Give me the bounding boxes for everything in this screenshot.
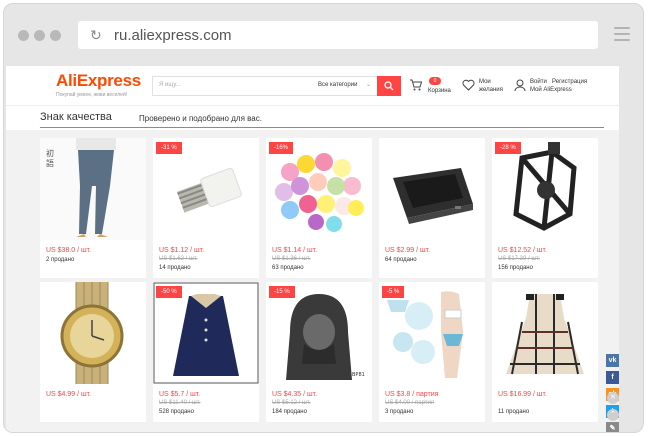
product-price: US $16.99 / шт. (498, 391, 547, 398)
tagline: Покупай умнее, живи веселей! (56, 92, 128, 98)
sold-count: 3 продано (385, 409, 414, 415)
window-dot-icon[interactable] (18, 30, 29, 41)
account-menu[interactable]: Войти Регистрация Мой AliExpress (514, 75, 614, 99)
search-button[interactable] (377, 76, 401, 96)
discount-badge: -15 % (269, 286, 295, 298)
product-price: US $3.8 / партия (385, 391, 439, 398)
wishlist-link[interactable]: Мои желания (462, 75, 517, 99)
product-price: US $2.99 / шт. (385, 247, 431, 254)
product-card[interactable]: 初 語 US $38.0 / шт. 2 продано (40, 138, 146, 278)
product-card[interactable]: -28 % US $12.52 / шт. US $17.39 / шт. 15… (492, 138, 598, 278)
login-link[interactable]: Войти (530, 79, 547, 85)
product-price: US $38.0 / шт. (46, 247, 92, 254)
sold-count: 156 продано (498, 265, 533, 271)
product-card[interactable]: US $2.99 / шт. 64 продано (379, 138, 485, 278)
my-aliexpress-link[interactable]: Мой AliExpress (530, 87, 572, 93)
search-input[interactable]: Я ищу... Все категории ⌄ (152, 76, 400, 96)
svg-text:語: 語 (46, 158, 54, 168)
product-image-jeans[interactable]: 初 語 (40, 138, 146, 240)
chevron-down-icon: ⌄ (366, 82, 372, 88)
cart-label: Корзина (428, 88, 451, 94)
sold-count: 184 продано (272, 409, 307, 415)
product-image-navy-dress[interactable]: -50 % (153, 282, 259, 384)
product-card[interactable]: US $4.99 / шт. (40, 282, 146, 422)
old-price: US $11.40 / шт. (159, 400, 201, 406)
search-icon (384, 81, 394, 91)
heart-icon (462, 79, 475, 91)
discount-badge: -31 % (156, 142, 182, 154)
user-icon (514, 79, 526, 92)
cart-link[interactable]: 0 Корзина (409, 75, 459, 99)
close-icon[interactable]: ✕ (607, 392, 619, 404)
hamburger-menu-icon[interactable] (614, 27, 630, 41)
product-card[interactable]: BP81 -15 % US $4.35 / шт. US $5.12 / шт.… (266, 282, 372, 422)
sold-count: 63 продано (272, 265, 304, 271)
product-price: US $1.14 / шт. (272, 247, 318, 254)
product-image-plaid-dress[interactable] (492, 282, 598, 384)
product-price: US $5.7 / шт. (159, 391, 201, 398)
product-grid: 初 語 US $38.0 / шт. 2 продано -31 % US $1… (6, 130, 619, 432)
site-header: AliExpress Покупай умнее, живи веселей! … (6, 66, 619, 106)
product-price: US $12.52 / шт. (498, 247, 547, 254)
scroll-up-icon[interactable]: ⌃ (607, 409, 619, 421)
product-price: US $4.99 / шт. (46, 391, 92, 398)
wishlist-label-2: желания (479, 87, 503, 93)
reload-icon[interactable]: ↻ (90, 28, 104, 42)
product-image-lamp-socket[interactable]: -31 % (153, 138, 259, 240)
wishlist-label-1: Мои (479, 79, 491, 85)
sold-count: 2 продано (46, 257, 75, 263)
product-card[interactable]: -50 % US $5.7 / шт. US $11.40 / шт. 528 … (153, 282, 259, 422)
section-subtitle: Проверено и подобрано для вас. (139, 114, 262, 123)
cart-icon (410, 79, 423, 91)
register-link[interactable]: Регистрация (552, 79, 587, 85)
vk-icon[interactable]: vk (606, 354, 619, 367)
address-bar[interactable]: ↻ ru.aliexpress.com (78, 21, 598, 49)
discount-badge: -16% (269, 142, 294, 154)
edit-icon[interactable]: ✎ (606, 422, 619, 432)
product-card[interactable]: -31 % US $1.12 / шт. US $1.62 / шт. 14 п… (153, 138, 259, 278)
sold-count: 14 продано (159, 265, 191, 271)
product-card[interactable]: US $16.99 / шт. 11 продано (492, 282, 598, 422)
discount-badge: -50 % (156, 286, 182, 298)
browser-toolbar: ↻ ru.aliexpress.com (4, 4, 643, 64)
url-text: ru.aliexpress.com (114, 26, 232, 44)
product-image-bike-mount[interactable]: -28 % (492, 138, 598, 240)
section-header: Знак качества Проверено и подобрано для … (40, 110, 604, 128)
discount-badge: -5 % (382, 286, 405, 298)
browser-window: ↻ ru.aliexpress.com AliExpress Покупай у… (3, 3, 644, 433)
product-card[interactable]: -16% US $1.14 / шт. US $1.36 / шт. 63 пр… (266, 138, 372, 278)
old-price: US $17.39 / шт. (498, 256, 540, 262)
product-price: US $1.12 / шт. (159, 247, 205, 254)
web-page: AliExpress Покупай умнее, живи веселей! … (6, 66, 619, 432)
sold-count: 64 продано (385, 257, 417, 263)
discount-badge: -28 % (495, 142, 521, 154)
sold-count: 11 продано (498, 409, 530, 415)
product-price: US $4.35 / шт. (272, 391, 318, 398)
product-image-foam-roses[interactable]: -16% (266, 138, 372, 240)
product-image-battery-charger[interactable] (379, 138, 485, 240)
product-image-balaclava[interactable]: BP81 -15 % (266, 282, 372, 384)
window-dot-icon[interactable] (50, 30, 61, 41)
product-image-underwear[interactable]: -5 % (379, 282, 485, 384)
section-title: Знак качества (40, 111, 112, 123)
sold-count: 528 продано (159, 409, 194, 415)
cart-count-badge: 0 (429, 77, 441, 85)
search-placeholder: Я ищу... (159, 82, 181, 88)
category-select[interactable]: Все категории (318, 82, 357, 88)
old-price: US $5.12 / шт. (272, 400, 311, 406)
product-card[interactable]: -5 % US $3.8 / партия US $4.00 / партия … (379, 282, 485, 422)
old-price: US $1.36 / шт. (272, 256, 311, 262)
facebook-icon[interactable]: f (606, 371, 619, 384)
aliexpress-logo[interactable]: AliExpress (56, 71, 141, 91)
old-price: US $1.62 / шт. (159, 256, 198, 262)
window-dot-icon[interactable] (34, 30, 45, 41)
old-price: US $4.00 / партия (385, 400, 435, 406)
product-image-gold-watch[interactable] (40, 282, 146, 384)
svg-text:初: 初 (46, 148, 54, 158)
svg-text:BP81: BP81 (352, 372, 365, 378)
